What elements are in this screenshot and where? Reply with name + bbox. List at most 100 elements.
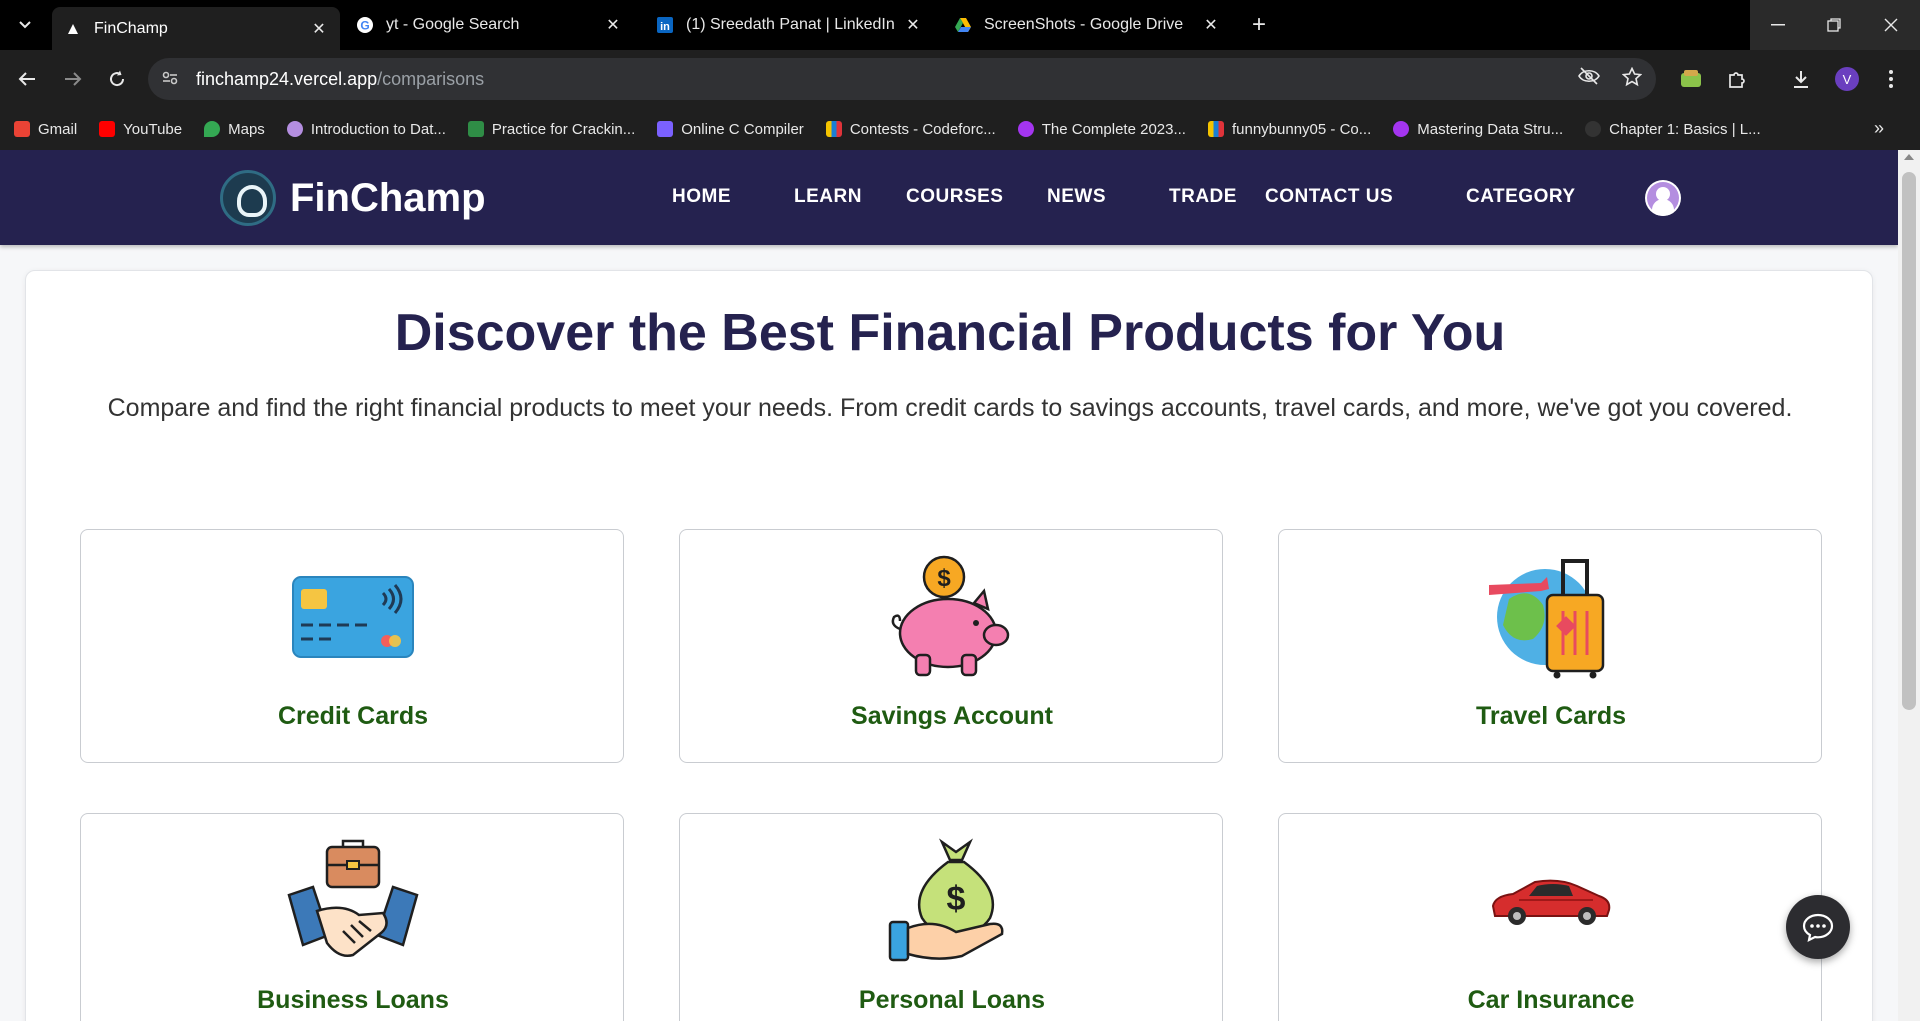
bookmark-complete-2023[interactable]: The Complete 2023... — [1017, 120, 1186, 138]
product-label: Car Insurance — [1467, 986, 1635, 1014]
codeforces-icon — [1207, 121, 1224, 137]
bookmark-online-compiler[interactable]: Online C Compiler — [657, 121, 804, 138]
page-subtitle: Compare and find the right financial pro… — [107, 394, 1793, 422]
product-card-credit-cards[interactable]: Credit Cards — [80, 529, 624, 763]
scrollbar-thumb[interactable] — [1902, 172, 1916, 710]
product-label: Credit Cards — [277, 702, 429, 730]
tab-title: ScreenShots - Google Drive — [984, 16, 1184, 33]
reload-icon[interactable] — [102, 64, 132, 94]
tab-close-icon[interactable]: ✕ — [1202, 15, 1220, 35]
bookmark-label: The Complete 2023... — [1041, 120, 1186, 138]
url-host: finchamp24.vercel.app — [196, 68, 378, 89]
back-arrow-icon[interactable] — [12, 64, 42, 94]
book-icon — [1585, 121, 1602, 137]
extensions-puzzle-icon[interactable] — [1722, 64, 1752, 94]
page-viewport: FinChamp HOME LEARN COURSES NEWS TRADE C… — [0, 150, 1920, 1021]
credit-card-icon — [81, 552, 625, 682]
bookmark-maps[interactable]: Maps — [204, 121, 265, 138]
bookmark-label: Gmail — [38, 120, 78, 138]
bookmark-label: Maps — [228, 120, 265, 138]
nav-trade[interactable]: TRADE — [1169, 186, 1237, 208]
bookmark-gmail[interactable]: Gmail — [14, 121, 77, 138]
user-avatar-icon[interactable] — [1645, 180, 1681, 216]
nav-home[interactable]: HOME — [672, 186, 731, 208]
bookmark-introduction[interactable]: Introduction to Dat... — [286, 121, 446, 138]
youtube-icon — [99, 121, 116, 137]
bookmark-label: Mastering Data Stru... — [1417, 120, 1564, 138]
forward-arrow-icon[interactable] — [58, 64, 88, 94]
svg-text:G: G — [360, 19, 369, 33]
tab-finchamp[interactable]: FinChamp ✕ — [52, 7, 340, 50]
tab-search-button[interactable] — [10, 10, 40, 40]
nav-contact-us[interactable]: CONTACT US — [1265, 186, 1393, 208]
handshake-briefcase-icon — [81, 836, 625, 966]
bookmark-star-icon[interactable] — [1621, 66, 1643, 93]
course-icon — [286, 121, 303, 137]
tab-google-search[interactable]: G yt - Google Search ✕ — [344, 7, 634, 43]
bookmark-practice[interactable]: Practice for Crackin... — [467, 120, 636, 138]
tab-close-icon[interactable]: ✕ — [310, 19, 328, 39]
bookmark-label: Online C Compiler — [681, 120, 804, 138]
bookmark-mastering-ds[interactable]: Mastering Data Stru... — [1393, 121, 1563, 138]
chat-button[interactable] — [1786, 895, 1850, 959]
minimize-window-icon[interactable] — [1750, 0, 1806, 50]
page-scrollbar[interactable] — [1898, 150, 1920, 1021]
svg-text:in: in — [660, 21, 670, 33]
product-label: Business Loans — [257, 986, 449, 1014]
svg-text:$: $ — [947, 880, 966, 918]
bookmark-codeforces[interactable]: Contests - Codeforc... — [825, 120, 996, 138]
product-label: Travel Cards — [1475, 702, 1627, 730]
bookmark-label: Practice for Crackin... — [491, 120, 636, 138]
browser-toolbar: finchamp24.vercel.app/comparisons V — [0, 50, 1920, 108]
udemy-icon — [1017, 121, 1034, 137]
money-bag-hand-icon: $ — [680, 836, 1224, 966]
tab-title: FinChamp — [94, 19, 168, 37]
travel-luggage-icon — [1279, 552, 1823, 682]
url-path: /comparisons — [377, 68, 485, 89]
tab-linkedin[interactable]: in (1) Sreedath Panat | LinkedIn ✕ — [644, 7, 934, 43]
udemy-icon — [1393, 121, 1410, 137]
browser-menu-icon[interactable] — [1876, 64, 1906, 94]
product-card-travel-cards[interactable]: Travel Cards — [1278, 529, 1822, 763]
product-card-savings-account[interactable]: $ Savings Account — [679, 529, 1223, 763]
nav-learn[interactable]: LEARN — [794, 186, 862, 208]
bookmark-chapter-1[interactable]: Chapter 1: Basics | L... — [1585, 121, 1761, 138]
nav-category[interactable]: CATEGORY — [1466, 186, 1576, 208]
finchamp-logo-icon — [220, 170, 276, 226]
nav-courses[interactable]: COURSES — [906, 186, 1003, 208]
bookmark-label: funnybunny05 - Co... — [1231, 120, 1372, 138]
new-tab-plus-icon[interactable]: + — [1244, 10, 1274, 40]
product-card-personal-loans[interactable]: $ Personal Loans — [679, 813, 1223, 1021]
scroll-up-arrow-icon[interactable] — [1904, 154, 1914, 160]
product-card-car-insurance[interactable]: Car Insurance — [1278, 813, 1822, 1021]
tab-title: yt - Google Search — [386, 16, 520, 33]
chevron-down-icon — [19, 21, 31, 29]
tab-title: (1) Sreedath Panat | LinkedIn — [686, 16, 895, 33]
address-bar[interactable]: finchamp24.vercel.app/comparisons — [148, 58, 1656, 100]
bookmark-funnybunny[interactable]: funnybunny05 - Co... — [1207, 120, 1372, 138]
profile-avatar[interactable]: V — [1832, 64, 1862, 94]
close-window-icon[interactable] — [1862, 0, 1920, 50]
site-settings-icon[interactable] — [162, 71, 186, 88]
compiler-icon — [657, 121, 674, 137]
tab-google-drive[interactable]: ScreenShots - Google Drive ✕ — [942, 7, 1232, 43]
extension-icon[interactable] — [1676, 64, 1706, 94]
bookmark-youtube[interactable]: YouTube — [99, 121, 182, 138]
finchamp-favicon-icon — [64, 20, 82, 38]
download-icon[interactable] — [1786, 64, 1816, 94]
tab-close-icon[interactable]: ✕ — [904, 15, 922, 35]
product-card-business-loans[interactable]: Business Loans — [80, 813, 624, 1021]
car-icon — [1279, 836, 1823, 966]
codeforces-icon — [825, 121, 842, 137]
site-logo[interactable]: FinChamp — [220, 170, 486, 226]
bookmark-label: Contests - Codeforc... — [849, 120, 996, 138]
tab-close-icon[interactable]: ✕ — [604, 15, 622, 35]
svg-text:$: $ — [937, 565, 951, 592]
more-bookmarks-chevron-icon[interactable]: » — [1874, 118, 1884, 139]
google-icon: G — [356, 16, 374, 34]
product-label: Savings Account — [851, 702, 1053, 730]
restore-window-icon[interactable] — [1806, 0, 1862, 50]
maps-icon — [204, 121, 221, 137]
nav-news[interactable]: NEWS — [1047, 186, 1106, 208]
eye-off-icon[interactable] — [1578, 67, 1600, 93]
